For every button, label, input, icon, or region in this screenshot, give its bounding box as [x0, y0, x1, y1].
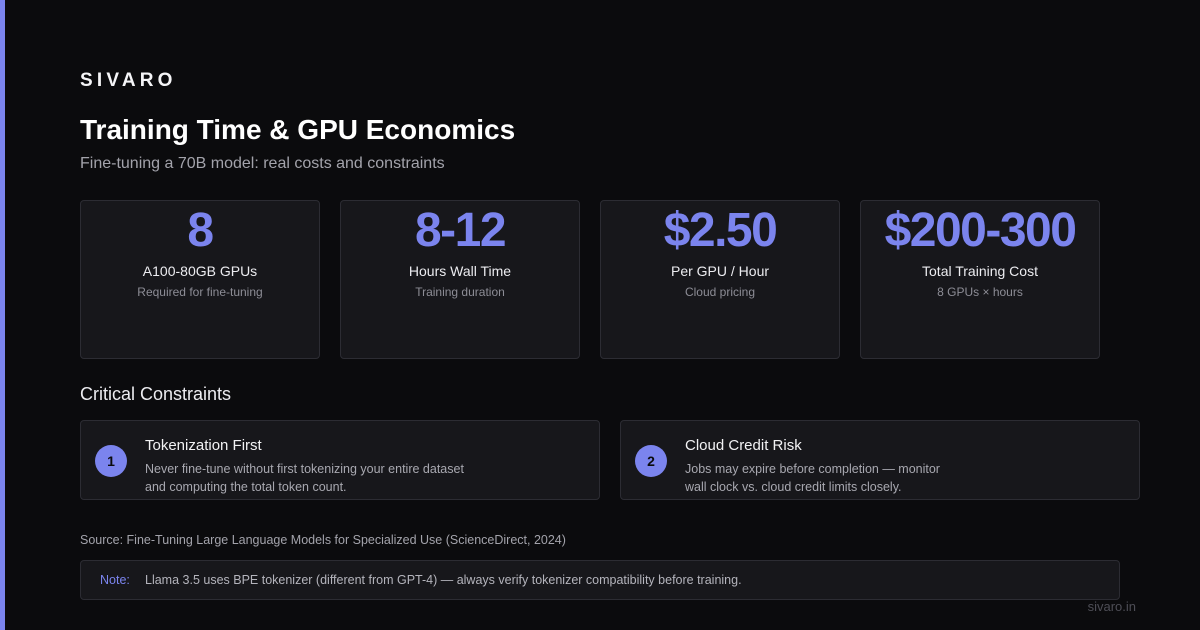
section-heading-constraints: Critical Constraints: [80, 384, 232, 404]
note-label: Note:: [100, 573, 130, 587]
stat-value: $200-300: [884, 204, 1077, 257]
note-box: Note: Llama 3.5 uses BPE tokenizer (diff…: [80, 560, 1120, 600]
stat-card-price: $2.50 Per GPU / Hour Cloud pricing: [600, 200, 840, 359]
constraint-description-line: Jobs may expire before completion — moni…: [685, 462, 940, 476]
number-badge: 1: [95, 445, 127, 477]
stat-label: Hours Wall Time: [408, 263, 512, 279]
stat-card-gpus: 8 A100-80GB GPUs Required for fine-tunin…: [80, 200, 320, 359]
page-subtitle: Fine-tuning a 70B model: real costs and …: [80, 155, 445, 172]
constraint-description: Never fine-tune without first tokenizing…: [145, 460, 464, 496]
constraint-card-tokenization: 1 Tokenization First Never fine-tune wit…: [80, 420, 600, 500]
stat-value: 8-12: [414, 204, 507, 257]
number-badge: 2: [635, 445, 667, 477]
note-text: Llama 3.5 uses BPE tokenizer (different …: [145, 573, 742, 587]
stat-label: Per GPU / Hour: [670, 263, 770, 279]
constraint-title: Cloud Credit Risk: [685, 437, 802, 454]
constraint-description: Jobs may expire before completion — moni…: [685, 460, 940, 496]
page-title: Training Time & GPU Economics: [80, 114, 516, 145]
constraint-description-line: Never fine-tune without first tokenizing…: [145, 462, 464, 476]
constraint-description-line: and computing the total token count.: [145, 480, 347, 494]
stat-sublabel: Required for fine-tuning: [137, 285, 263, 299]
footer-url: sivaro.in: [1087, 599, 1136, 614]
source-citation: Source: Fine-Tuning Large Language Model…: [80, 533, 566, 547]
stat-value: $2.50: [663, 204, 778, 257]
stat-card-total-cost: $200-300 Total Training Cost 8 GPUs × ho…: [860, 200, 1100, 359]
stat-sublabel: Training duration: [415, 285, 505, 299]
constraint-card-cloud-credit: 2 Cloud Credit Risk Jobs may expire befo…: [620, 420, 1140, 500]
brand-logo: SIVARO: [80, 70, 177, 91]
stat-value: 8: [187, 204, 214, 257]
stat-sublabel: Cloud pricing: [684, 285, 756, 299]
constraint-title: Tokenization First: [145, 437, 262, 454]
stat-sublabel: 8 GPUs × hours: [937, 285, 1023, 299]
constraint-description-line: wall clock vs. cloud credit limits close…: [685, 480, 902, 494]
accent-bar: [0, 0, 5, 630]
stat-card-hours: 8-12 Hours Wall Time Training duration: [340, 200, 580, 359]
stat-label: Total Training Cost: [922, 263, 1038, 279]
stat-label: A100-80GB GPUs: [142, 263, 258, 279]
